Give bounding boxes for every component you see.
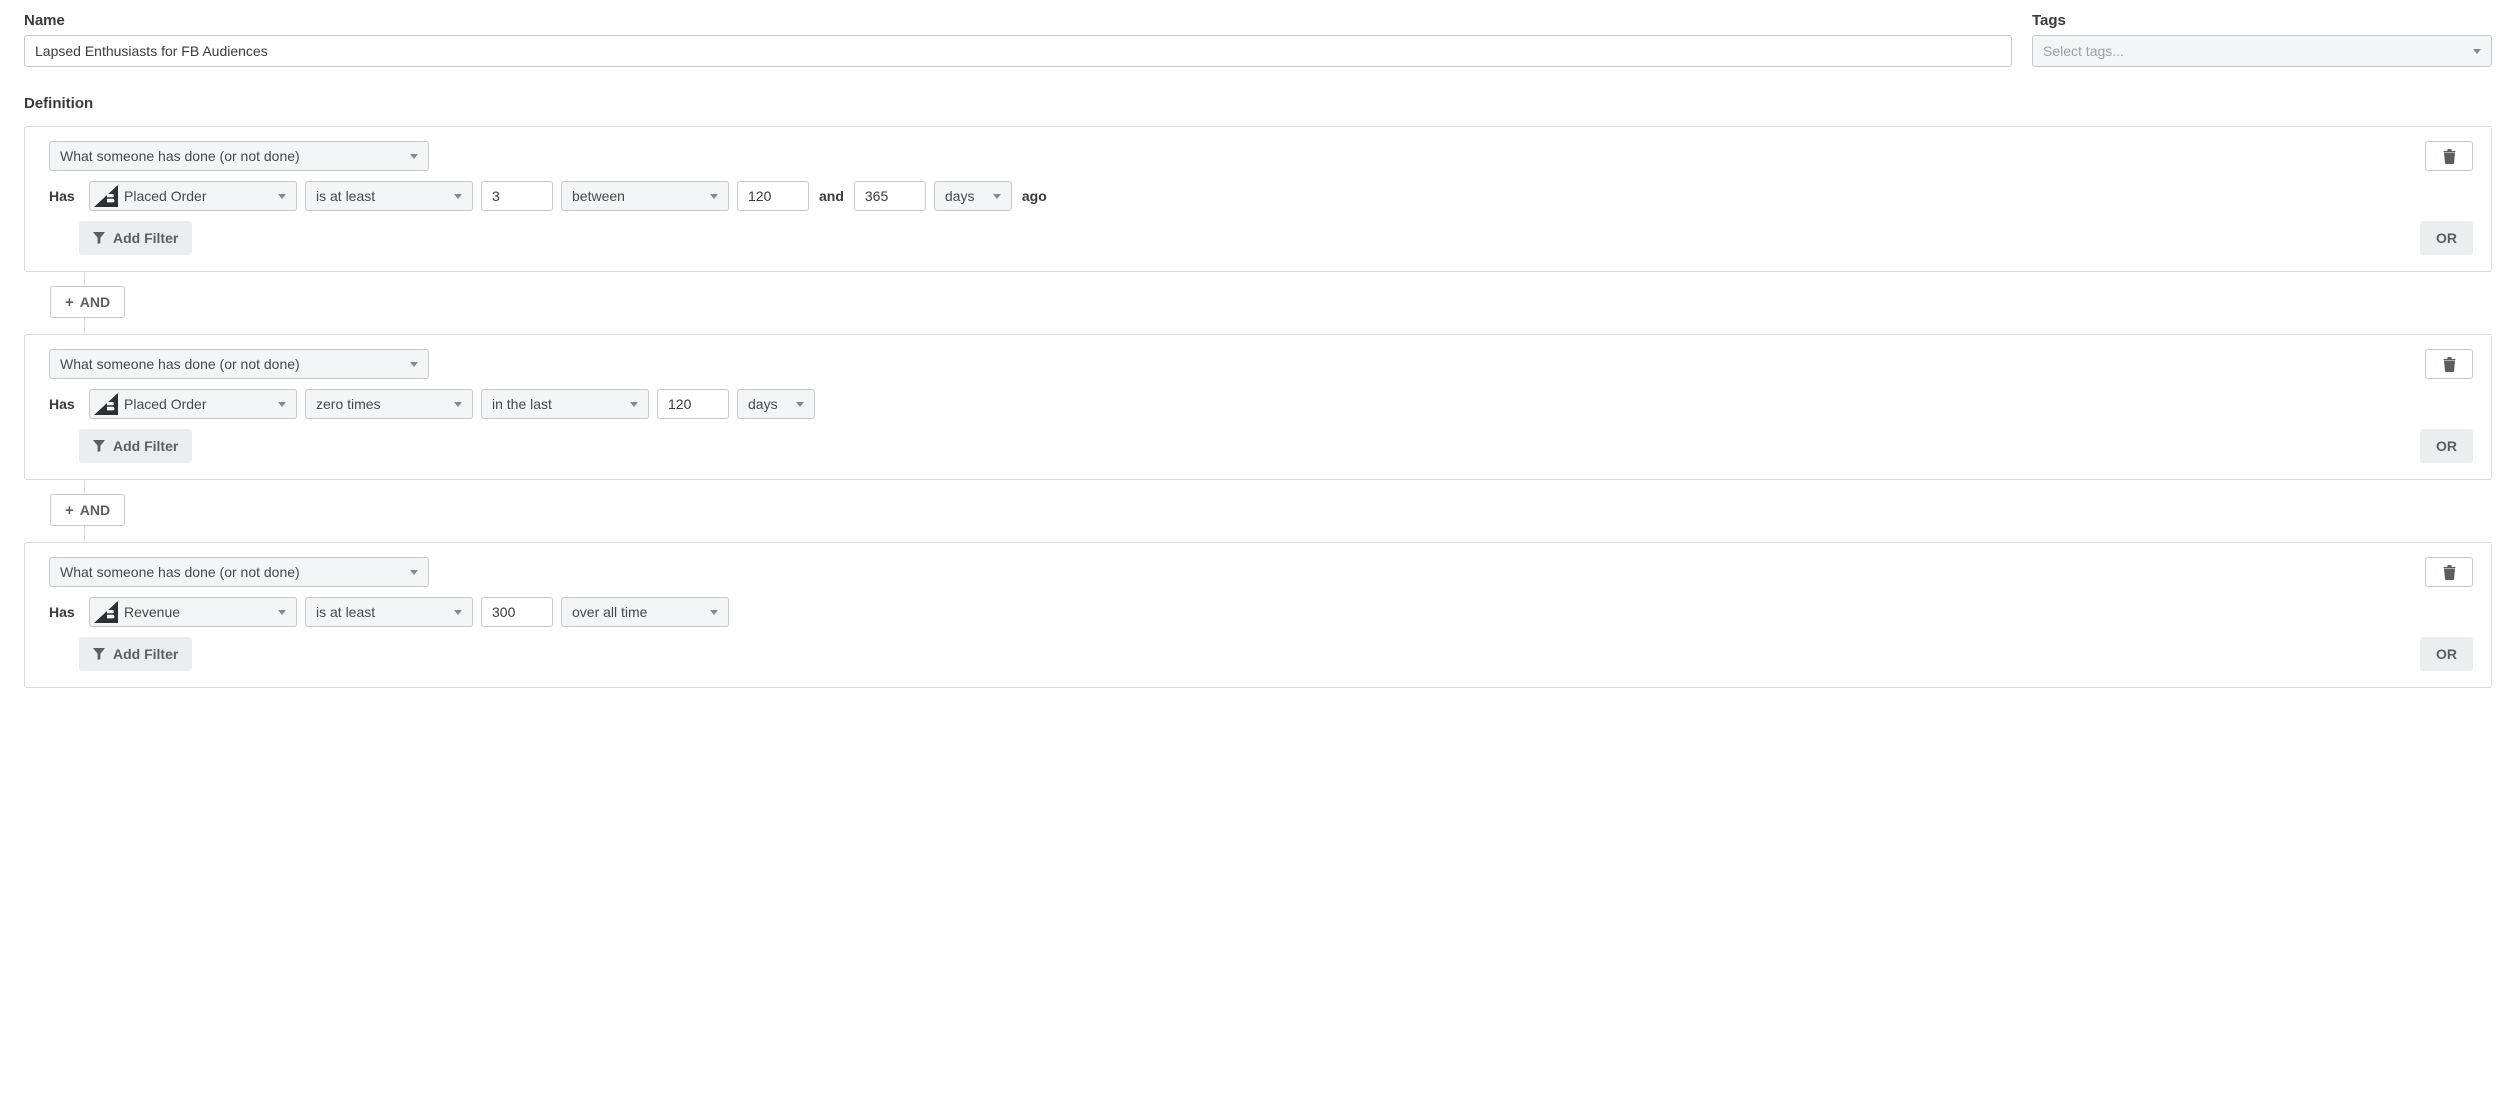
chevron-down-icon bbox=[454, 194, 462, 199]
add-filter-button[interactable]: Add Filter bbox=[79, 429, 192, 463]
plus-icon: + bbox=[65, 295, 74, 310]
chevron-down-icon bbox=[278, 194, 286, 199]
chevron-down-icon bbox=[278, 610, 286, 615]
condition-type-value: What someone has done (or not done) bbox=[60, 356, 300, 372]
condition-type-value: What someone has done (or not done) bbox=[60, 564, 300, 580]
and-label: AND bbox=[80, 502, 110, 518]
trash-icon bbox=[2443, 149, 2456, 164]
metric-value: Placed Order bbox=[124, 396, 264, 412]
or-button[interactable]: OR bbox=[2420, 221, 2473, 255]
delete-group-button[interactable] bbox=[2425, 141, 2473, 171]
chevron-down-icon bbox=[710, 610, 718, 615]
add-filter-label: Add Filter bbox=[113, 646, 178, 662]
condition-type-select[interactable]: What someone has done (or not done) bbox=[49, 141, 429, 171]
timeframe-end-input[interactable] bbox=[854, 181, 926, 211]
trash-icon bbox=[2443, 357, 2456, 372]
timeframe-select[interactable]: between bbox=[561, 181, 729, 211]
operator-value: is at least bbox=[316, 604, 375, 620]
metric-select[interactable]: Revenue bbox=[89, 597, 297, 627]
has-label: Has bbox=[49, 188, 79, 204]
operator-select[interactable]: zero times bbox=[305, 389, 473, 419]
bigcommerce-icon bbox=[94, 393, 118, 415]
chevron-down-icon bbox=[454, 402, 462, 407]
chevron-down-icon bbox=[630, 402, 638, 407]
and-connector: + AND bbox=[62, 272, 2492, 334]
timeframe-unit-select[interactable]: days bbox=[934, 181, 1012, 211]
and-label: AND bbox=[80, 294, 110, 310]
condition-group: What someone has done (or not done) Has … bbox=[24, 126, 2492, 272]
condition-type-select[interactable]: What someone has done (or not done) bbox=[49, 349, 429, 379]
add-filter-label: Add Filter bbox=[113, 438, 178, 454]
delete-group-button[interactable] bbox=[2425, 557, 2473, 587]
condition-type-value: What someone has done (or not done) bbox=[60, 148, 300, 164]
and-connector: + AND bbox=[62, 480, 2492, 542]
timeframe-select[interactable]: over all time bbox=[561, 597, 729, 627]
operator-value: is at least bbox=[316, 188, 375, 204]
trash-icon bbox=[2443, 565, 2456, 580]
operator-select[interactable]: is at least bbox=[305, 597, 473, 627]
filter-icon bbox=[93, 440, 105, 452]
timeframe-value: in the last bbox=[492, 396, 552, 412]
timeframe-unit-value: days bbox=[945, 188, 975, 204]
chevron-down-icon bbox=[410, 570, 418, 575]
add-and-button[interactable]: + AND bbox=[50, 494, 125, 526]
operator-value: zero times bbox=[316, 396, 381, 412]
has-label: Has bbox=[49, 396, 79, 412]
chevron-down-icon bbox=[2473, 49, 2481, 54]
operator-select[interactable]: is at least bbox=[305, 181, 473, 211]
timeframe-select[interactable]: in the last bbox=[481, 389, 649, 419]
plus-icon: + bbox=[65, 503, 74, 518]
delete-group-button[interactable] bbox=[2425, 349, 2473, 379]
name-label: Name bbox=[24, 12, 2012, 29]
chevron-down-icon bbox=[410, 154, 418, 159]
name-input[interactable] bbox=[24, 35, 2012, 67]
condition-type-select[interactable]: What someone has done (or not done) bbox=[49, 557, 429, 587]
ago-word: ago bbox=[1020, 188, 1049, 204]
condition-group: What someone has done (or not done) Has … bbox=[24, 334, 2492, 480]
chevron-down-icon bbox=[454, 610, 462, 615]
timeframe-value: between bbox=[572, 188, 625, 204]
condition-group: What someone has done (or not done) Has … bbox=[24, 542, 2492, 688]
chevron-down-icon bbox=[410, 362, 418, 367]
tags-label: Tags bbox=[2032, 12, 2492, 29]
chevron-down-icon bbox=[710, 194, 718, 199]
metric-select[interactable]: Placed Order bbox=[89, 389, 297, 419]
metric-value: Placed Order bbox=[124, 188, 264, 204]
timeframe-unit-select[interactable]: days bbox=[737, 389, 815, 419]
filter-icon bbox=[93, 648, 105, 660]
bigcommerce-icon bbox=[94, 185, 118, 207]
count-input[interactable] bbox=[481, 597, 553, 627]
timeframe-start-input[interactable] bbox=[737, 181, 809, 211]
and-word: and bbox=[817, 188, 846, 204]
add-and-button[interactable]: + AND bbox=[50, 286, 125, 318]
tags-placeholder: Select tags... bbox=[2043, 43, 2124, 59]
metric-select[interactable]: Placed Order bbox=[89, 181, 297, 211]
tags-select[interactable]: Select tags... bbox=[2032, 35, 2492, 67]
bigcommerce-icon bbox=[94, 601, 118, 623]
timeframe-value: over all time bbox=[572, 604, 647, 620]
metric-value: Revenue bbox=[124, 604, 264, 620]
chevron-down-icon bbox=[796, 402, 804, 407]
or-button[interactable]: OR bbox=[2420, 429, 2473, 463]
chevron-down-icon bbox=[993, 194, 1001, 199]
has-label: Has bbox=[49, 604, 79, 620]
chevron-down-icon bbox=[278, 402, 286, 407]
filter-icon bbox=[93, 232, 105, 244]
add-filter-label: Add Filter bbox=[113, 230, 178, 246]
count-input[interactable] bbox=[481, 181, 553, 211]
timeframe-unit-value: days bbox=[748, 396, 778, 412]
definition-label: Definition bbox=[24, 95, 2492, 112]
add-filter-button[interactable]: Add Filter bbox=[79, 637, 192, 671]
or-button[interactable]: OR bbox=[2420, 637, 2473, 671]
timeframe-value-input[interactable] bbox=[657, 389, 729, 419]
add-filter-button[interactable]: Add Filter bbox=[79, 221, 192, 255]
